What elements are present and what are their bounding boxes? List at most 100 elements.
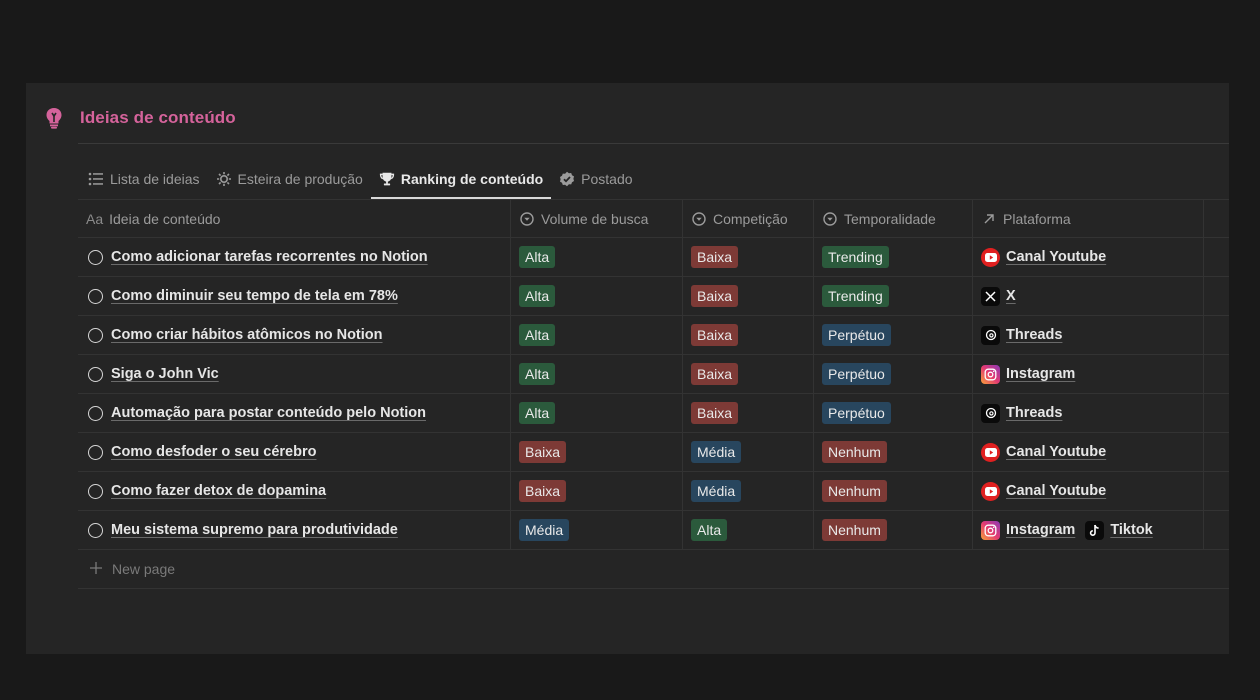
volume-tag: Baixa <box>519 441 567 463</box>
platform-link[interactable]: Instagram <box>981 520 1075 540</box>
volume-cell[interactable]: Baixa <box>511 433 683 471</box>
column-label: Volume de busca <box>541 210 649 227</box>
volume-cell[interactable]: Alta <box>511 238 683 276</box>
competicao-cell[interactable]: Média <box>683 472 814 510</box>
platform-link[interactable]: Instagram <box>981 364 1076 384</box>
column-header-add[interactable] <box>1204 200 1229 237</box>
column-header-competicao[interactable]: Competição <box>683 200 814 237</box>
temporalidade-tag: Nenhum <box>822 480 887 502</box>
volume-tag: Média <box>519 519 570 541</box>
competicao-cell[interactable]: Baixa <box>683 277 814 315</box>
idea-title[interactable]: Como diminuir seu tempo de tela em 78% <box>111 288 398 304</box>
platform-link[interactable]: Threads <box>981 403 1062 423</box>
plataforma-cell[interactable]: Instagram <box>973 355 1204 393</box>
idea-title[interactable]: Como criar hábitos atômicos no Notion <box>111 327 383 343</box>
temporalidade-cell[interactable]: Nenhum <box>814 433 973 471</box>
idea-title[interactable]: Automação para postar conteúdo pelo Noti… <box>111 405 426 421</box>
volume-cell[interactable]: Alta <box>511 355 683 393</box>
competicao-cell[interactable]: Média <box>683 433 814 471</box>
platform-label: Instagram <box>1006 366 1076 382</box>
table-row[interactable]: Siga o John Vic Alta Baixa Perpétuo Instagra… <box>78 355 1229 394</box>
volume-cell[interactable]: Média <box>511 511 683 549</box>
table-row[interactable]: Como adicionar tarefas recorrentes no No… <box>78 238 1229 277</box>
column-header-volume[interactable]: Volume de busca <box>511 200 683 237</box>
tab-esteira-de-producao[interactable]: Esteira de produção <box>208 161 371 197</box>
temporalidade-cell[interactable]: Trending <box>814 277 973 315</box>
temporalidade-cell[interactable]: Perpétuo <box>814 355 973 393</box>
verified-badge-icon <box>559 171 575 187</box>
column-label: Competição <box>713 210 788 227</box>
database-title[interactable]: Ideias de conteúdo <box>80 108 236 128</box>
plataforma-cell[interactable]: Canal Youtube <box>973 433 1204 471</box>
volume-cell[interactable]: Alta <box>511 277 683 315</box>
temporalidade-cell[interactable]: Perpétuo <box>814 316 973 354</box>
idea-title[interactable]: Meu sistema supremo para produtividade <box>111 522 398 538</box>
temporalidade-tag: Perpétuo <box>822 324 891 346</box>
checkbox-circle-icon[interactable] <box>88 288 103 304</box>
idea-title[interactable]: Como adicionar tarefas recorrentes no No… <box>111 249 428 265</box>
checkbox-circle-icon[interactable] <box>88 405 103 421</box>
volume-cell[interactable]: Baixa <box>511 472 683 510</box>
checkbox-circle-icon[interactable] <box>88 327 103 343</box>
temporalidade-cell[interactable]: Trending <box>814 238 973 276</box>
tab-lista-de-ideias[interactable]: Lista de ideias <box>80 161 208 197</box>
competicao-tag: Média <box>691 480 742 502</box>
competicao-cell[interactable]: Baixa <box>683 238 814 276</box>
relation-arrow-icon <box>981 211 997 227</box>
temporalidade-cell[interactable]: Perpétuo <box>814 394 973 432</box>
lightbulb-icon[interactable] <box>44 106 64 130</box>
idea-cell[interactable]: Como desfoder o seu cérebro <box>78 433 511 471</box>
idea-cell[interactable]: Automação para postar conteúdo pelo Noti… <box>78 394 511 432</box>
platform-link[interactable]: Tiktok <box>1085 520 1153 540</box>
table-row[interactable]: Como diminuir seu tempo de tela em 78% Al… <box>78 277 1229 316</box>
idea-cell[interactable]: Como adicionar tarefas recorrentes no No… <box>78 238 511 276</box>
table-row[interactable]: Automação para postar conteúdo pelo Noti… <box>78 394 1229 433</box>
idea-title[interactable]: Como desfoder o seu cérebro <box>111 444 316 460</box>
new-page-row[interactable]: New page <box>78 550 1229 589</box>
checkbox-circle-icon[interactable] <box>88 249 103 265</box>
plataforma-cell[interactable]: X <box>973 277 1204 315</box>
column-header-temporalidade[interactable]: Temporalidade <box>814 200 973 237</box>
tab-postado[interactable]: Postado <box>551 161 640 197</box>
idea-cell[interactable]: Siga o John Vic <box>78 355 511 393</box>
idea-cell[interactable]: Meu sistema supremo para produtividade <box>78 511 511 549</box>
table-row[interactable]: Como fazer detox de dopamina Baixa Média Ne… <box>78 472 1229 511</box>
plataforma-cell[interactable]: Threads <box>973 316 1204 354</box>
competicao-cell[interactable]: Baixa <box>683 316 814 354</box>
plataforma-cell[interactable]: Canal Youtube <box>973 238 1204 276</box>
platform-link[interactable]: Canal Youtube <box>981 442 1106 462</box>
idea-cell[interactable]: Como fazer detox de dopamina <box>78 472 511 510</box>
column-header-ideia[interactable]: Aa Ideia de conteúdo <box>78 200 511 237</box>
idea-title[interactable]: Siga o John Vic <box>111 366 219 382</box>
plataforma-cell[interactable]: Threads <box>973 394 1204 432</box>
youtube-icon <box>981 247 1000 267</box>
checkbox-circle-icon[interactable] <box>88 444 103 460</box>
plataforma-cell[interactable]: Instagram Tiktok <box>973 511 1204 549</box>
plus-icon <box>90 561 102 577</box>
idea-cell[interactable]: Como criar hábitos atômicos no Notion <box>78 316 511 354</box>
volume-tag: Alta <box>519 363 556 385</box>
new-page-button[interactable]: New page <box>78 550 183 588</box>
temporalidade-cell[interactable]: Nenhum <box>814 472 973 510</box>
volume-cell[interactable]: Alta <box>511 316 683 354</box>
volume-cell[interactable]: Alta <box>511 394 683 432</box>
plataforma-cell[interactable]: Canal Youtube <box>973 472 1204 510</box>
checkbox-circle-icon[interactable] <box>88 483 103 499</box>
competicao-cell[interactable]: Baixa <box>683 394 814 432</box>
table-row[interactable]: Como criar hábitos atômicos no Notion Alt… <box>78 316 1229 355</box>
competicao-cell[interactable]: Alta <box>683 511 814 549</box>
column-header-plataforma[interactable]: Plataforma <box>973 200 1204 237</box>
table-row[interactable]: Meu sistema supremo para produtividade Mé… <box>78 511 1229 550</box>
platform-link[interactable]: Threads <box>981 325 1062 345</box>
temporalidade-cell[interactable]: Nenhum <box>814 511 973 549</box>
idea-title[interactable]: Como fazer detox de dopamina <box>111 483 326 499</box>
competicao-cell[interactable]: Baixa <box>683 355 814 393</box>
checkbox-circle-icon[interactable] <box>88 366 103 382</box>
tab-ranking-de-conteudo[interactable]: Ranking de conteúdo <box>370 161 552 199</box>
platform-link[interactable]: Canal Youtube <box>981 481 1106 501</box>
checkbox-circle-icon[interactable] <box>88 522 103 538</box>
platform-link[interactable]: X <box>981 286 1016 306</box>
platform-link[interactable]: Canal Youtube <box>981 247 1106 267</box>
idea-cell[interactable]: Como diminuir seu tempo de tela em 78% <box>78 277 511 315</box>
table-row[interactable]: Como desfoder o seu cérebro Baixa Média Nen… <box>78 433 1229 472</box>
